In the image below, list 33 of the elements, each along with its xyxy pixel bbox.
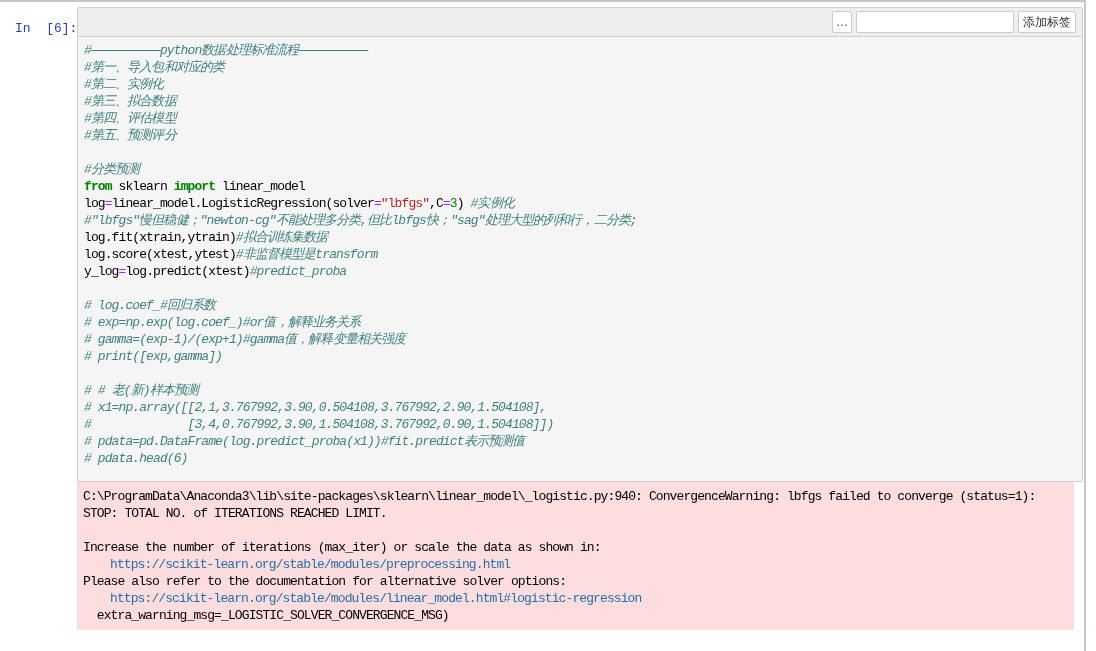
code-line: #"lbfgs"慢但稳健；"newton-cg"不能处理多分类,但比lbfgs快；"sag"处理大型的列和行，二分类;: [84, 212, 638, 229]
code-line: #第四、评估模型: [84, 110, 179, 127]
code-line: #第一、导入包和对应的类: [84, 59, 227, 76]
code-line: # print([exp,gamma]): [84, 348, 224, 365]
code-line: #第二、实例化: [84, 76, 166, 93]
code-line: # x1=np.array([[2,1,3.767992,3.90,0.504108,3.767992,2.90,1.504108],: [84, 399, 548, 416]
output-line: C:\ProgramData\Anaconda3\lib\site-packages\sklearn\linear_model\_logistic.py:940: ConvergenceWarning: lbfgs failed to converge (status=1):: [83, 488, 1037, 505]
code-line: # gamma=(exp-1)/(exp+1)#gamma值，解释变量相关强度: [84, 331, 409, 348]
code-line: #第五、预测评分: [84, 127, 178, 144]
code-line: #分类预测: [84, 161, 143, 178]
code-line: # # 老(新)样本预测: [84, 382, 1076, 399]
output-line: extra_warning_msg=_LOGISTIC_SOLVER_CONVERGENCE_MSG): [95, 607, 450, 624]
doc-link[interactable]: https://scikit-learn.org/stable/modules/preprocessing.html: [110, 557, 511, 572]
output-line: Please also refer to the documentation for alternative solver options:: [83, 573, 568, 590]
add-tag-button[interactable]: 添加标签: [1018, 11, 1076, 33]
code-line: log.fit(xtrain,ytrain)#拟合训练集数据: [84, 229, 330, 246]
code-line: # pdata.head(6): [84, 450, 189, 467]
input-prompt: In [6]:: [14, 20, 77, 38]
doc-link[interactable]: https://scikit-learn.org/stable/modules/linear_model.html#logistic-regression: [110, 591, 642, 606]
code-line: # log.coef_#回归系数: [84, 297, 218, 314]
more-button[interactable]: ...: [832, 11, 852, 33]
code-line: log=linear_model.LogisticRegression(solver="lbfgs",C=3) #实例化: [84, 195, 516, 212]
code-line: log.score(xtest,ytest)#非监督模型是transform: [84, 246, 379, 263]
code-line: # [3,4,0.767992,3.90,1.504108,3.767992,0.90,1.504108]]): [84, 416, 555, 433]
output-line: Increase the number of iterations (max_iter) or scale the data as shown in:: [83, 539, 602, 556]
code-line: from sklearn import linear_model: [84, 178, 306, 195]
tag-input-field[interactable]: [856, 11, 1014, 33]
output-line: STOP: TOTAL NO. of ITERATIONS REACHED LIMIT.: [83, 505, 388, 522]
code-line: # pdata=pd.DataFrame(log.predict_proba(x1))#fit.predict表示预测值: [84, 433, 527, 450]
code-line: #第三、拟合数据: [84, 93, 179, 110]
code-line: #——————————python数据处理标准流程——————————: [84, 42, 369, 59]
code-line: y_log=log.predict(xtest)#predict_proba: [84, 263, 348, 280]
code-line: # exp=np.exp(log.coef_)#or值，解释业务关系: [84, 314, 363, 331]
